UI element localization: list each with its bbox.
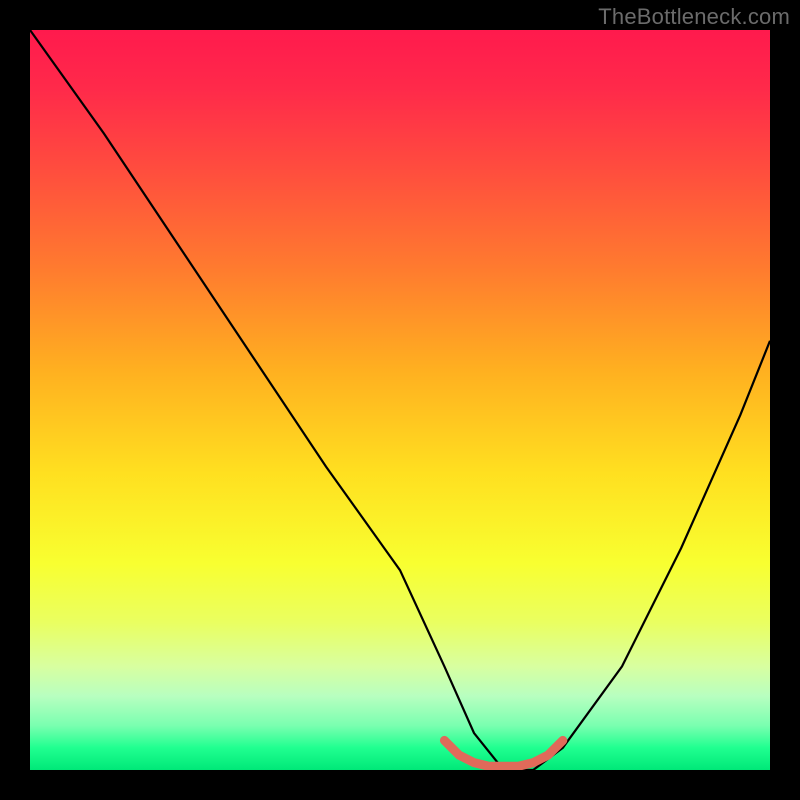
chart-frame: TheBottleneck.com: [0, 0, 800, 800]
watermark-text: TheBottleneck.com: [598, 4, 790, 30]
plot-area: [30, 30, 770, 770]
curve-path: [30, 30, 770, 770]
bottleneck-curve: [30, 30, 770, 770]
